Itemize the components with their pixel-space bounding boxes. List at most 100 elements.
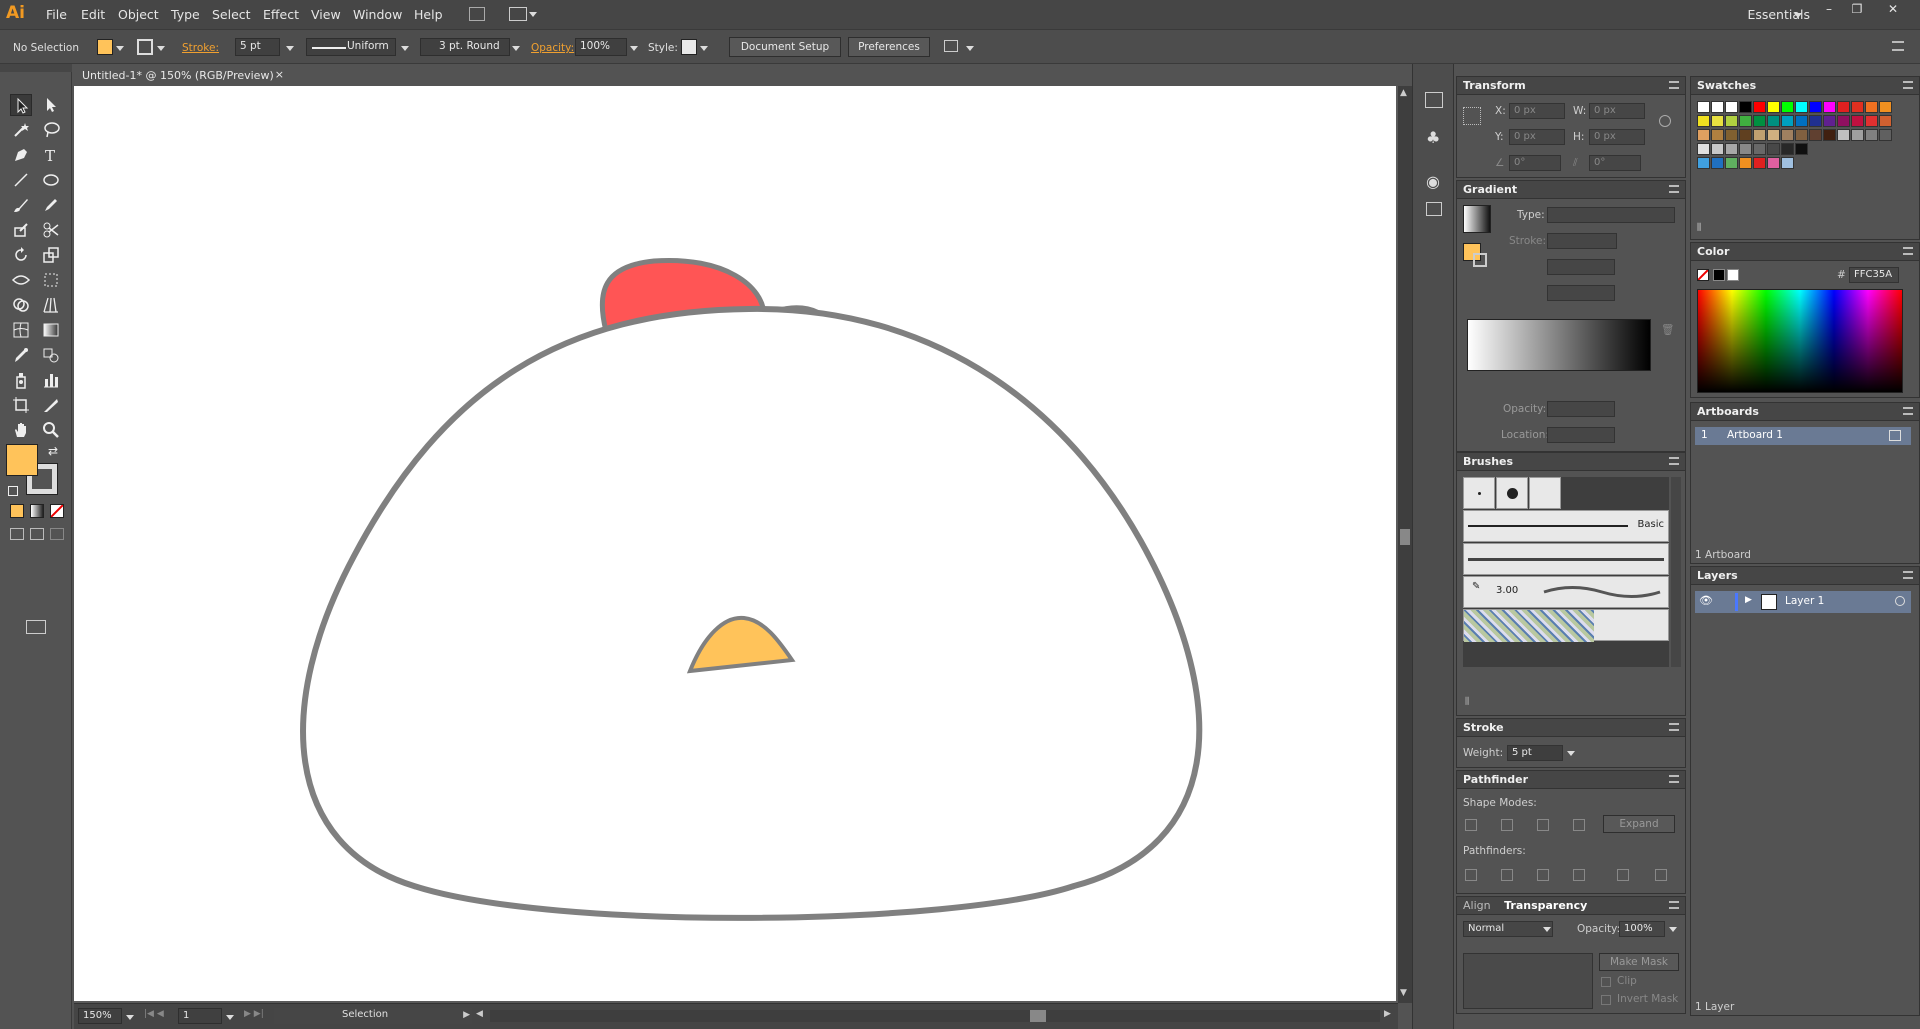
chevron-down-icon[interactable]: [1794, 13, 1802, 18]
scroll-thumb[interactable]: [1400, 529, 1410, 545]
gradient-type-select[interactable]: [1547, 207, 1675, 223]
color-swatch[interactable]: [1753, 101, 1766, 113]
zoom-tool-icon[interactable]: [40, 419, 62, 441]
column-graph-tool-icon[interactable]: [40, 369, 62, 391]
chevron-down-icon[interactable]: [630, 46, 638, 51]
color-swatch[interactable]: [1865, 115, 1878, 127]
color-swatch[interactable]: [1837, 115, 1850, 127]
h-scroll-thumb[interactable]: [1030, 1010, 1046, 1022]
pen-tool-icon[interactable]: [10, 144, 32, 166]
color-swatch[interactable]: [1823, 101, 1836, 113]
scroll-left-icon[interactable]: ◀: [476, 1009, 483, 1019]
next-page-icon[interactable]: ▶ ▶|: [244, 1009, 264, 1019]
swap-fill-stroke-icon[interactable]: ⇄: [48, 444, 58, 458]
artboard-tool-icon[interactable]: [10, 394, 32, 416]
color-swatch[interactable]: [1739, 115, 1752, 127]
chevron-down-icon[interactable]: [286, 46, 294, 51]
panel-menu-icon[interactable]: [1903, 247, 1913, 255]
pathfinder-panel-title[interactable]: Pathfinder: [1457, 771, 1685, 789]
white-swatch[interactable]: [1727, 269, 1739, 281]
layer-target-icon[interactable]: [1895, 596, 1905, 606]
page-field[interactable]: 1: [178, 1008, 222, 1024]
x-field[interactable]: 0 px: [1509, 103, 1565, 119]
opacity-label[interactable]: Opacity:: [531, 42, 574, 54]
chevron-down-icon[interactable]: [512, 46, 520, 51]
horizontal-scrollbar[interactable]: [490, 1010, 1380, 1022]
layers-panel-title[interactable]: Layers: [1691, 567, 1919, 585]
panel-menu-icon[interactable]: [1903, 81, 1913, 89]
artboard[interactable]: [74, 86, 1396, 1001]
color-swatch[interactable]: [1739, 101, 1752, 113]
symbols-icon[interactable]: ♣: [1426, 128, 1440, 147]
appearance-icon[interactable]: ◉: [1426, 172, 1440, 191]
pencil-tool-icon[interactable]: [40, 194, 62, 216]
menu-view[interactable]: View: [311, 7, 341, 22]
menu-file[interactable]: File: [46, 7, 67, 22]
brush-definition[interactable]: 3 pt. Round: [420, 38, 510, 56]
color-swatch[interactable]: [1767, 101, 1780, 113]
none-mode-icon[interactable]: [50, 504, 64, 518]
zoom-field[interactable]: 150%: [78, 1008, 122, 1024]
color-swatch[interactable]: [1851, 129, 1864, 141]
color-swatch[interactable]: [1753, 157, 1766, 169]
hex-field[interactable]: FFC35A: [1849, 267, 1899, 283]
invert-mask-checkbox[interactable]: [1601, 995, 1611, 1005]
chevron-down-icon[interactable]: [1669, 927, 1677, 932]
minus-front-icon[interactable]: [1501, 819, 1513, 831]
color-swatch[interactable]: [1767, 115, 1780, 127]
draw-behind-icon[interactable]: [30, 528, 44, 540]
color-swatch[interactable]: [1739, 157, 1752, 169]
color-swatch[interactable]: [1781, 129, 1794, 141]
menu-help[interactable]: Help: [414, 7, 443, 22]
magic-wand-tool-icon[interactable]: [10, 119, 32, 141]
weight-field[interactable]: 5 pt: [1507, 745, 1563, 761]
divide-icon[interactable]: [1465, 869, 1477, 881]
y-field[interactable]: 0 px: [1509, 129, 1565, 145]
status-menu-icon[interactable]: ▶: [463, 1010, 470, 1020]
color-swatch[interactable]: [1711, 101, 1724, 113]
color-swatch[interactable]: [1823, 115, 1836, 127]
opacity-field[interactable]: 100%: [575, 38, 627, 56]
color-swatch[interactable]: [1753, 129, 1766, 141]
color-swatch[interactable]: [1865, 129, 1878, 141]
type-tool-icon[interactable]: T: [40, 144, 62, 166]
gradient-panel-title[interactable]: Gradient: [1457, 181, 1685, 199]
hand-tool-icon[interactable]: [10, 419, 32, 441]
color-swatch[interactable]: [1837, 129, 1850, 141]
chevron-down-icon[interactable]: [966, 46, 974, 51]
restore-icon[interactable]: ❐: [1846, 2, 1868, 18]
selection-tool-icon[interactable]: [10, 94, 32, 116]
color-swatch[interactable]: [1725, 101, 1738, 113]
panel-menu-icon[interactable]: [1669, 723, 1679, 731]
arrange-documents-icon[interactable]: [509, 7, 527, 21]
color-swatch[interactable]: [1739, 129, 1752, 141]
reference-point-icon[interactable]: [1463, 107, 1481, 125]
color-swatch[interactable]: [1697, 157, 1710, 169]
graphic-style-swatch[interactable]: [681, 39, 697, 55]
panel-menu-icon[interactable]: [1669, 81, 1679, 89]
width-tool-icon[interactable]: [10, 269, 32, 291]
chevron-down-icon[interactable]: [1567, 751, 1575, 756]
minus-back-icon[interactable]: [1655, 869, 1667, 881]
location-field[interactable]: [1547, 427, 1615, 443]
graphic-styles-icon[interactable]: [1426, 202, 1442, 216]
panel-menu-icon[interactable]: [1903, 571, 1913, 579]
color-swatch[interactable]: [1753, 143, 1766, 155]
menu-edit[interactable]: Edit: [81, 7, 105, 22]
mask-thumbnail[interactable]: [1463, 953, 1593, 1009]
artwork[interactable]: [74, 86, 1396, 1001]
gradient-stroke-swatch[interactable]: [1473, 253, 1487, 267]
color-swatch[interactable]: [1753, 115, 1766, 127]
brush-dot-faint[interactable]: [1529, 477, 1561, 509]
chevron-down-icon[interactable]: [700, 46, 708, 51]
chevron-down-icon[interactable]: [1543, 927, 1551, 932]
color-swatch[interactable]: [1697, 115, 1710, 127]
color-swatch[interactable]: [1697, 143, 1710, 155]
trim-icon[interactable]: [1501, 869, 1513, 881]
make-mask-button[interactable]: Make Mask: [1599, 953, 1679, 971]
color-mode-icon[interactable]: [10, 504, 24, 518]
rotate-field[interactable]: 0°: [1509, 155, 1561, 171]
color-swatch[interactable]: [1781, 157, 1794, 169]
artboards-panel-title[interactable]: Artboards: [1691, 403, 1919, 421]
lasso-tool-icon[interactable]: [40, 119, 62, 141]
